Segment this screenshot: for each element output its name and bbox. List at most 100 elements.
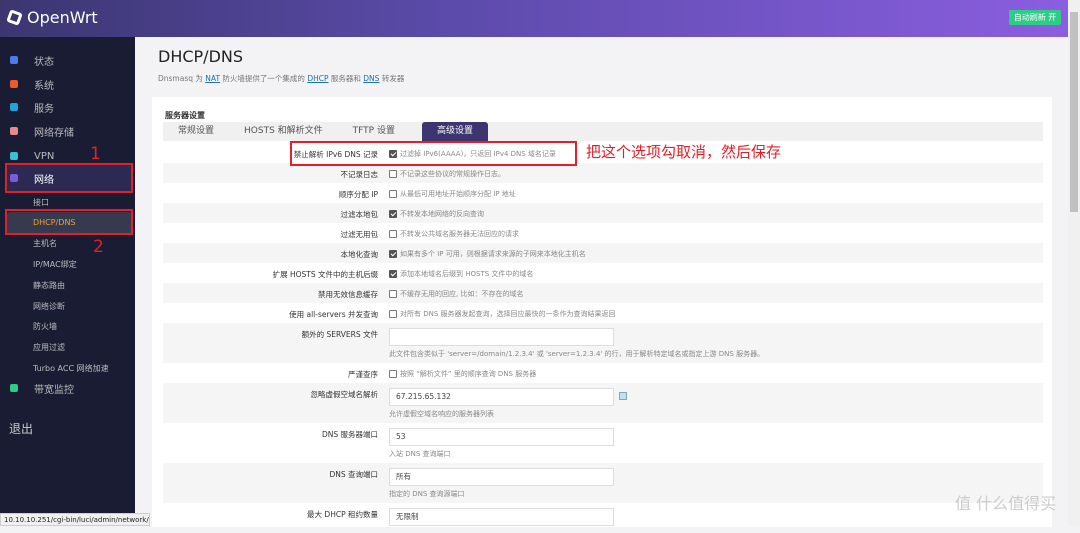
- setting-input[interactable]: [389, 328, 614, 346]
- setting-checkbox[interactable]: [389, 190, 397, 198]
- setting-checkbox[interactable]: [389, 310, 397, 318]
- setting-hint: 添加本地域名后缀到 HOSTS 文件中的域名: [400, 270, 534, 278]
- setting-row: 扩展 HOSTS 文件中的主机后缀 添加本地域名后缀到 HOSTS 文件中的域名: [163, 263, 1043, 283]
- setting-label: DNS 服务器端口: [321, 430, 378, 439]
- annotation-box-dhcp: [5, 209, 133, 235]
- setting-label: 额外的 SERVERS 文件: [301, 330, 378, 339]
- setting-label: 最大 DHCP 租约数量: [307, 510, 378, 519]
- openwrt-logo-icon: [6, 9, 23, 26]
- sidebar-item-3[interactable]: 网络存储: [0, 121, 135, 141]
- setting-label: 本地化查询: [340, 250, 379, 259]
- annotation-note: 把这个选项勾取消，然后保存: [586, 143, 782, 161]
- tab-general[interactable]: 常规设置: [163, 122, 229, 141]
- sidebar-subitem-5[interactable]: 网络诊断: [33, 301, 65, 312]
- setting-hint: 不记录这些协议的常规操作日志。: [400, 170, 505, 178]
- sidebar-subitem-0[interactable]: 接口: [33, 197, 49, 208]
- setting-label: 严谨查序: [348, 370, 378, 379]
- tab-advanced[interactable]: 高级设置: [421, 122, 488, 141]
- setting-row: DNS 服务器端口 53 入站 DNS 查询端口: [163, 423, 1043, 463]
- menu-icon: [10, 127, 18, 135]
- setting-label: 扩展 HOSTS 文件中的主机后缀: [272, 270, 378, 279]
- setting-hint: 不转发公共域名服务器无法回应的请求: [400, 230, 519, 238]
- setting-hint: 对所有 DNS 服务器发起查询，选择回应最快的一条作为查询结果返回: [400, 310, 616, 318]
- section-title: 服务器设置: [165, 111, 205, 120]
- sidebar-item-label: 系统: [34, 80, 54, 92]
- setting-hint: 不缓存无用的回应, 比如：不存在的域名: [400, 290, 524, 298]
- sidebar-subitem-6[interactable]: 防火墙: [33, 321, 57, 332]
- annotation-box-network: [5, 163, 133, 193]
- setting-checkbox[interactable]: [389, 230, 397, 238]
- sidebar-item-1[interactable]: 系统: [0, 74, 135, 94]
- setting-checkbox[interactable]: [389, 270, 397, 278]
- sidebar-item-label: 带宽监控: [34, 384, 74, 396]
- setting-checkbox[interactable]: [389, 290, 397, 298]
- tab-hosts[interactable]: HOSTS 和解析文件: [229, 122, 338, 141]
- setting-row: DNS 查询端口 所有指定的 DNS 查询源端口: [163, 463, 1043, 503]
- setting-row: 过滤无用包 不转发公共域名服务器无法回应的请求: [163, 223, 1043, 243]
- setting-input[interactable]: 所有: [389, 468, 614, 486]
- menu-icon: [10, 103, 18, 111]
- menu-icon: [10, 152, 18, 160]
- sidebar-subitem-3[interactable]: IP/MAC绑定: [33, 259, 77, 270]
- setting-label: DNS 查询端口: [329, 470, 378, 479]
- setting-label: 顺序分配 IP: [338, 190, 378, 199]
- setting-hint: 允许虚假空域名响应的服务器列表: [389, 410, 494, 418]
- dns-link[interactable]: DNS: [363, 74, 379, 83]
- setting-checkbox[interactable]: [389, 250, 397, 258]
- logout-link[interactable]: 退出: [9, 420, 33, 437]
- auto-refresh-button[interactable]: 自动刷新 开: [1009, 10, 1061, 25]
- monitor-icon: [10, 384, 18, 392]
- setting-row: 禁用无效信息缓存 不缓存无用的回应, 比如：不存在的域名: [163, 283, 1043, 303]
- setting-hint: 如果有多个 IP 可用，则根据请求来源的子网来本地化主机名: [400, 250, 586, 258]
- setting-input[interactable]: 67.215.65.132: [389, 388, 614, 406]
- setting-input[interactable]: 无限制: [389, 508, 614, 526]
- nat-link[interactable]: NAT: [205, 74, 220, 83]
- watermark: 值 什么值得买: [955, 494, 1057, 513]
- sidebar-item-0[interactable]: 状态: [0, 50, 135, 70]
- annotation-number-1: 1: [90, 144, 101, 164]
- setting-checkbox[interactable]: [389, 170, 397, 178]
- setting-row: 严谨查序 按照 “解析文件” 里的顺序查询 DNS 服务器: [163, 363, 1043, 383]
- setting-row: 顺序分配 IP 从最低可用地址开始顺序分配 IP 地址: [163, 183, 1043, 203]
- menu-icon: [10, 80, 18, 88]
- add-entry-icon[interactable]: [619, 392, 627, 400]
- setting-row: 本地化查询 如果有多个 IP 可用，则根据请求来源的子网来本地化主机名: [163, 243, 1043, 263]
- scrollbar-thumb[interactable]: [1070, 12, 1078, 212]
- sidebar-subitem-8[interactable]: Turbo ACC 网络加速: [33, 363, 109, 374]
- sidebar-item-label: 服务: [34, 103, 54, 115]
- setting-row: 最大 DHCP 租约数量 无限制: [163, 503, 1043, 533]
- sidebar-subitem-7[interactable]: 应用过滤: [33, 342, 65, 353]
- setting-row: 额外的 SERVERS 文件此文件包含类似于 'server=/domain/1…: [163, 323, 1043, 363]
- sidebar-item-label: 网络存储: [34, 127, 74, 139]
- sidebar-subitem-4[interactable]: 静态路由: [33, 280, 65, 291]
- page-title: DHCP/DNS: [158, 47, 244, 66]
- setting-row: 忽略虚假空域名解析 67.215.65.132 允许虚假空域名响应的服务器列表: [163, 383, 1043, 423]
- setting-label: 过滤本地包: [340, 210, 379, 219]
- setting-label: 不记录日志: [340, 170, 379, 179]
- menu-icon: [10, 56, 18, 64]
- tab-bar: 常规设置 HOSTS 和解析文件 TFTP 设置 高级设置: [163, 122, 1043, 141]
- setting-label: 忽略虚假空域名解析: [310, 390, 379, 399]
- setting-row: 过滤本地包 不转发本地网络的反向查询: [163, 203, 1043, 223]
- openwrt-logo[interactable]: OpenWrt: [6, 8, 98, 27]
- sidebar-item-bandwidth[interactable]: 带宽监控: [0, 378, 135, 398]
- setting-input[interactable]: 53: [389, 428, 614, 446]
- sidebar-subitem-2[interactable]: 主机名: [33, 238, 57, 249]
- dhcp-link[interactable]: DHCP: [307, 74, 328, 83]
- setting-checkbox[interactable]: [389, 210, 397, 218]
- setting-hint: 指定的 DNS 查询源端口: [389, 490, 465, 498]
- setting-hint: 入站 DNS 查询端口: [389, 450, 451, 458]
- setting-label: 禁用无效信息缓存: [318, 290, 378, 299]
- sidebar-item-label: VPN: [34, 150, 55, 162]
- app-title: OpenWrt: [27, 8, 98, 27]
- tab-tftp[interactable]: TFTP 设置: [338, 122, 410, 141]
- setting-hint: 不转发本地网络的反向查询: [400, 210, 484, 218]
- setting-hint: 此文件包含类似于 'server=/domain/1.2.3.4' 或 'ser…: [389, 350, 765, 358]
- sidebar-item-2[interactable]: 服务: [0, 97, 135, 117]
- sidebar: 退出 状态 系统 服务 网络存储 VPN 网络 接口 DHCP/DNS 主机名 IP/MAC绑定静…: [0, 37, 135, 513]
- setting-hint: 从最低可用地址开始顺序分配 IP 地址: [400, 190, 516, 198]
- setting-checkbox[interactable]: [389, 370, 397, 378]
- setting-label: 过滤无用包: [340, 230, 379, 239]
- setting-hint: 按照 “解析文件” 里的顺序查询 DNS 服务器: [400, 370, 537, 378]
- top-header: OpenWrt 自动刷新 开: [0, 0, 1068, 37]
